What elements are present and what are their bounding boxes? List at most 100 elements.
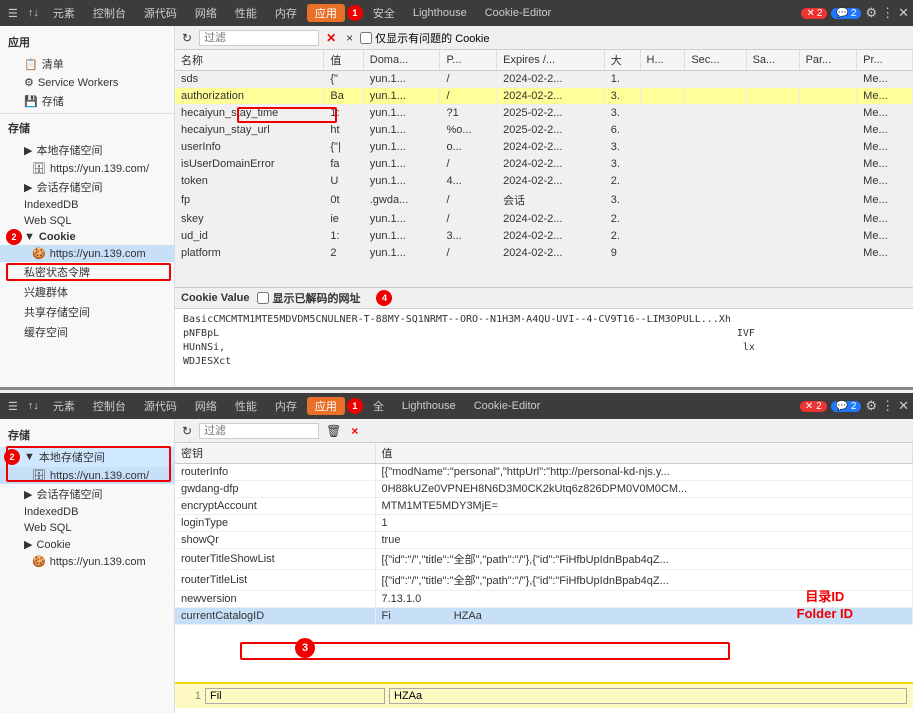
refresh-btn-2[interactable]: ↻ [179,424,195,438]
sidebar-item-websql-2[interactable]: Web SQL [0,520,174,536]
tab-console[interactable]: 控制台 [85,3,134,23]
tab-lighthouse-2[interactable]: Lighthouse [394,398,464,414]
devtools-menu[interactable]: ☰ [4,6,22,21]
table-row[interactable]: routerTitleShowList[{"id":"/","title":"全… [175,549,913,570]
more-button[interactable]: ⋮ [881,5,894,21]
table-row[interactable]: platform2yun.1.../2024-02-2...9Me... [175,245,913,262]
tab-memory-2[interactable]: 内存 [267,396,305,416]
tab-cookie-editor[interactable]: Cookie-Editor [477,5,560,21]
cookie-value-header: Cookie Value 显示已解码的网址 4 [175,288,913,309]
sidebar-item-cookie-2[interactable]: ▶ Cookie [0,536,174,553]
settings-button-2[interactable]: ⚙ [865,398,877,414]
edit-key-input[interactable] [205,688,385,704]
tab-memory[interactable]: 内存 [267,3,305,23]
sidebar-item-cookie-url-2[interactable]: 🍪 https://yun.139.com [0,553,174,570]
cookie-value-content: BasicCMCMTM1MTE5MDVDM5CNULNER-T-88MY-SQ1… [175,309,913,387]
sidebar-item-local-url[interactable]: 🗄 https://yun.139.com/ [0,160,174,177]
sidebar-item-session[interactable]: ▶ 会话存储空间 [0,177,174,197]
sidebar-item-cookie-url[interactable]: 🍪 https://yun.139.com [0,245,174,262]
tab-performance-2[interactable]: 性能 [227,396,265,416]
cookie-url-icon-2: 🍪 [32,555,46,568]
tab-performance[interactable]: 性能 [227,3,265,23]
table-row[interactable]: ud_id1:yun.1...3...2024-02-2...2.Me... [175,228,913,245]
table-row[interactable]: hecaiyun_stay_time1:yun.1...?12025-02-2.… [175,105,913,122]
sidebar-item-indexeddb-2[interactable]: IndexedDB [0,504,174,520]
devtools-menu-2[interactable]: ☰ [4,399,22,414]
sidebar-item-local-url-2[interactable]: 🗄 https://yun.139.com/ [0,467,174,484]
clear-cookies-btn[interactable]: × [343,31,356,45]
sidebar-item-private-token[interactable]: 私密状态令牌 [0,262,174,282]
tab-sources-2[interactable]: 源代码 [136,396,185,416]
tab-cookie-editor-2[interactable]: Cookie-Editor [466,398,549,414]
storage-icon: 💾 [24,95,38,108]
clear-btn-2[interactable]: × [348,424,361,438]
refresh-btn[interactable]: ↻ [179,31,195,45]
cookie-url-icon: 🍪 [32,247,46,260]
sidebar-item-websql[interactable]: Web SQL [0,213,174,229]
sidebar-item-storage-top[interactable]: 💾 存储 [0,91,174,111]
sidebar-item-local-storage[interactable]: ▶ 本地存储空间 [0,140,174,160]
local-url-icon-2: 🗄 [32,469,46,482]
sidebar-item-interest-group[interactable]: 兴趣群体 [0,282,174,302]
table-row[interactable]: loginType1 [175,515,913,532]
tab-network[interactable]: 网络 [187,3,225,23]
tab-elements-2[interactable]: 元素 [45,396,83,416]
tab-console-2[interactable]: 控制台 [85,396,134,416]
settings-button[interactable]: ⚙ [865,5,877,21]
table-row[interactable]: fp0t.gwda.../会话3.Me... [175,190,913,211]
th-value: 值 [375,443,913,464]
filter-input[interactable] [199,30,319,46]
annotation-4: 4 [376,290,392,306]
sidebar-item-indexeddb[interactable]: IndexedDB [0,197,174,213]
th-priority: Pr... [857,50,913,71]
devtools-dock-2[interactable]: ↑↓ [24,399,43,413]
table-row[interactable]: userInfo{"|yun.1...o...2024-02-2...3.Me.… [175,139,913,156]
table-row[interactable]: routerTitleList[{"id":"/","title":"全部","… [175,570,913,591]
table-row[interactable]: showQrtrue [175,532,913,549]
sidebar-item-session-2[interactable]: ▶ 会话存储空间 [0,484,174,504]
edit-value-input[interactable] [389,688,907,704]
manifest-icon: 📋 [24,58,38,71]
show-problems-checkbox[interactable]: 仅显示有问题的 Cookie [360,30,489,46]
storage-section-title-2: 存储 [0,423,174,447]
th-expires: Expires /... [497,50,605,71]
table-row[interactable]: tokenUyun.1...4...2024-02-2...2.Me... [175,173,913,190]
sidebar-item-manifest[interactable]: 📋 清单 [0,54,174,74]
th-key: 密钥 [175,443,375,464]
sidebar-item-shared-storage[interactable]: 共享存储空间 [0,302,174,322]
annotation-folder-id: 目录ID Folder ID [797,589,853,623]
tab-application[interactable]: 应用 [307,4,345,22]
th-samesite: Sa... [746,50,799,71]
edit-row: 1 [175,682,913,708]
table-row[interactable]: skeyieyun.1.../2024-02-2...2.Me... [175,211,913,228]
tab-security[interactable]: 安全 [365,3,403,23]
delete-btn[interactable]: 🗑 [323,424,344,438]
table-row[interactable]: routerInfo[{"modName":"personal","httpUr… [175,464,913,481]
table-row[interactable]: isUserDomainErrorfayun.1.../2024-02-2...… [175,156,913,173]
table-row[interactable]: sds{"yun.1.../2024-02-2...1.Me... [175,71,913,88]
filter-input-2[interactable] [199,423,319,439]
tab-application-2[interactable]: 应用 [307,397,345,415]
tab-elements[interactable]: 元素 [45,3,83,23]
sidebar-item-cache[interactable]: 缓存空间 [0,322,174,342]
tab-security-2[interactable]: 全 [365,396,392,416]
table-row[interactable]: encryptAccountMTM1MTE5MDY3MjE= [175,498,913,515]
cookie-expand-icon: ▼ [24,231,35,243]
clear-filter-btn[interactable]: ✕ [323,31,339,45]
tab-network-2[interactable]: 网络 [187,396,225,416]
annotation-2b: 2 [4,449,20,465]
sidebar-item-local-storage-2[interactable]: ▼ 本地存储空间 [0,447,174,467]
devtools-dock[interactable]: ↑↓ [24,6,43,20]
close-button[interactable]: ✕ [898,5,909,21]
info-badge-2: 💬 2 [831,401,862,412]
table-row[interactable]: authorizationBayun.1.../2024-02-2...3.Me… [175,88,913,105]
close-button-2[interactable]: ✕ [898,398,909,414]
sidebar-item-cookie[interactable]: 2 ▼ Cookie [0,229,174,245]
more-button-2[interactable]: ⋮ [881,398,894,414]
table-row[interactable]: gwdang-dfp0H88kUZe0VPNEH8N6D3M0CK2kUtq6z… [175,481,913,498]
sidebar-item-service-workers[interactable]: ⚙ Service Workers [0,74,174,91]
tab-sources[interactable]: 源代码 [136,3,185,23]
decode-checkbox[interactable]: 显示已解码的网址 [257,290,360,306]
table-row[interactable]: hecaiyun_stay_urlhtyun.1...%o...2025-02-… [175,122,913,139]
tab-lighthouse[interactable]: Lighthouse [405,5,475,21]
